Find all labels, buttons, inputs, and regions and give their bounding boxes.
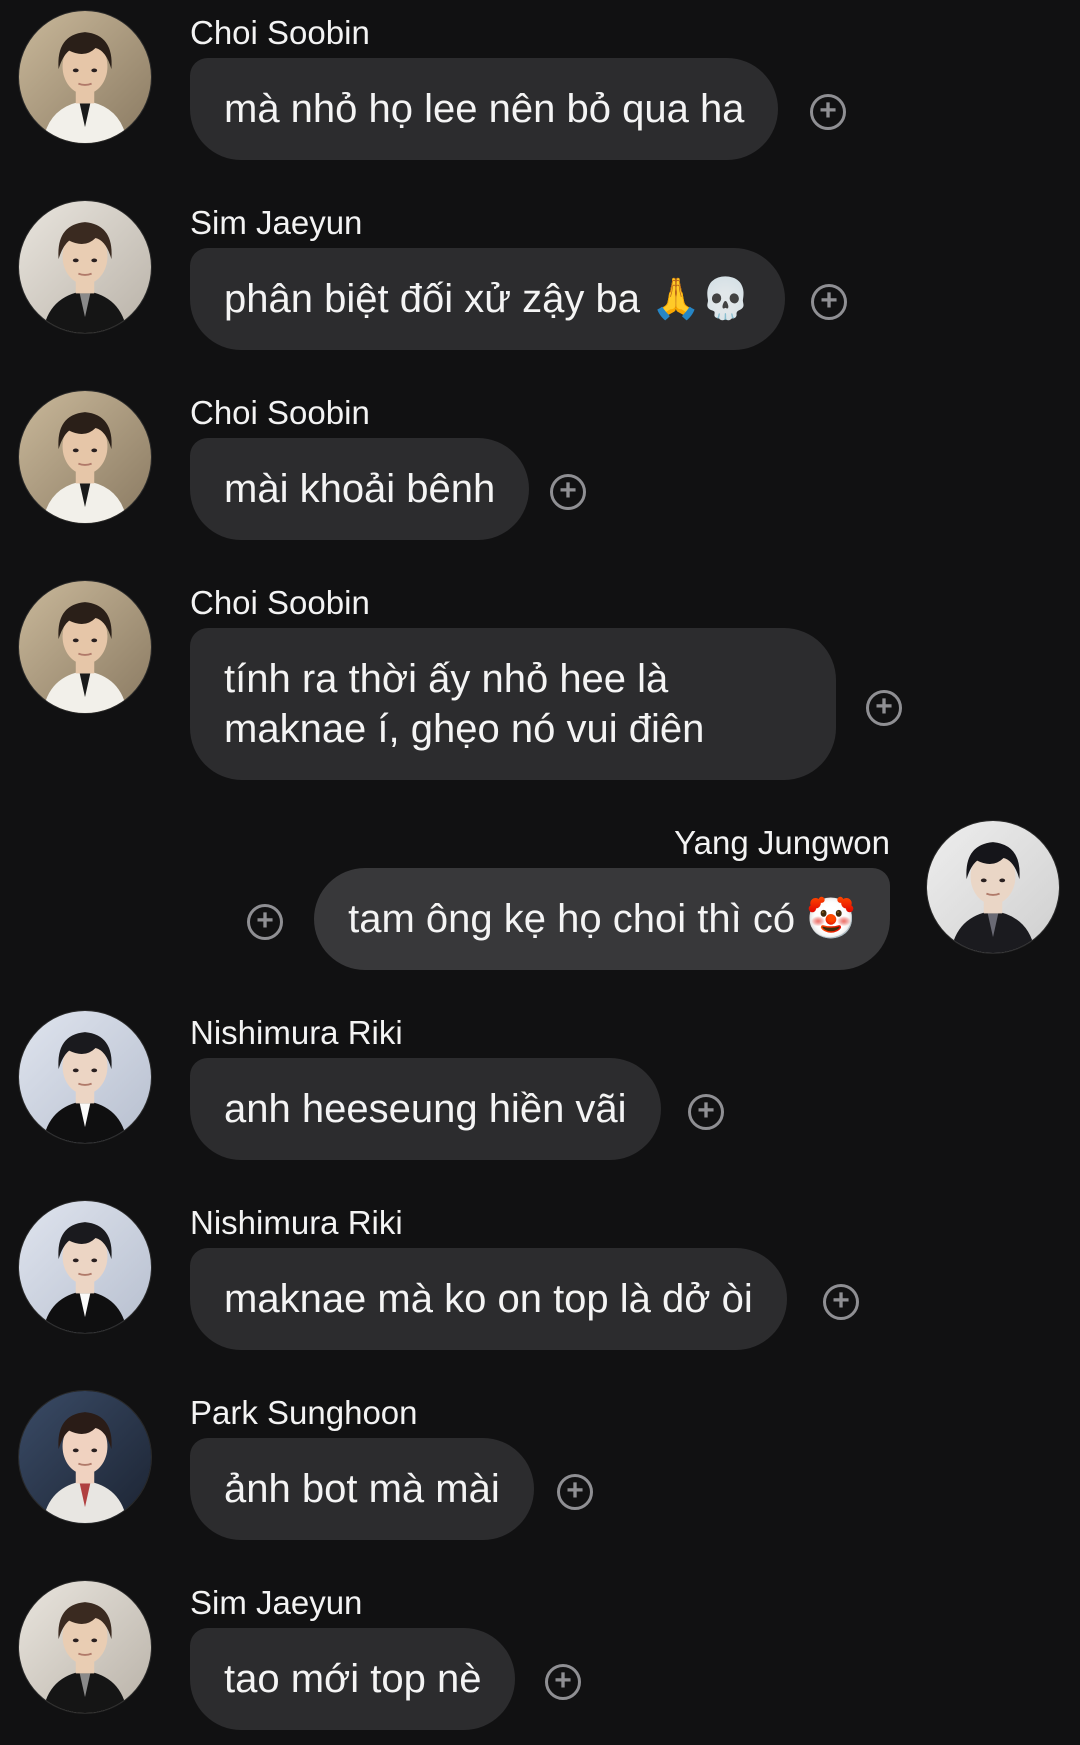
chat-thread: Choi Soobin mà nhỏ họ lee nên bỏ qua ha …: [0, 0, 1080, 1745]
sender-name: Nishimura Riki: [190, 1204, 403, 1241]
avatar[interactable]: [18, 1200, 152, 1334]
message-bubble[interactable]: anh heeseung hiền vãi: [190, 1058, 661, 1160]
message-bubble[interactable]: ảnh bot mà mài: [190, 1438, 534, 1540]
message-bubble[interactable]: maknae mà ko on top là dở òi: [190, 1248, 787, 1350]
message-row: Sim Jaeyun tao mới top nè +: [0, 1570, 1080, 1745]
message-row: Sim Jaeyun phân biệt đối xử zậy ba 🙏💀 +: [0, 190, 1080, 360]
add-reaction-icon[interactable]: +: [545, 1664, 581, 1700]
sender-name: Sim Jaeyun: [190, 204, 363, 241]
message-row: Nishimura Riki maknae mà ko on top là dở…: [0, 1190, 1080, 1360]
message-bubble[interactable]: mà nhỏ họ lee nên bỏ qua ha: [190, 58, 779, 160]
message-row: Choi Soobin mài khoải bênh +: [0, 380, 1080, 550]
avatar[interactable]: [18, 580, 152, 714]
add-reaction-icon[interactable]: +: [810, 94, 846, 130]
message-bubble[interactable]: tao mới top nè: [190, 1628, 516, 1730]
message-row-own: Yang Jungwon tam ông kẹ họ choi thì có 🤡…: [0, 810, 1080, 980]
avatar[interactable]: [926, 820, 1060, 954]
sender-name: Park Sunghoon: [190, 1394, 418, 1431]
message-bubble[interactable]: mài khoải bênh: [190, 438, 530, 540]
sender-name: Sim Jaeyun: [190, 1584, 363, 1621]
message-bubble[interactable]: tính ra thời ấy nhỏ hee là maknae í, ghẹ…: [190, 628, 836, 780]
avatar[interactable]: [18, 200, 152, 334]
message-row: Park Sunghoon ảnh bot mà mài +: [0, 1380, 1080, 1550]
avatar[interactable]: [18, 1580, 152, 1714]
sender-name: Choi Soobin: [190, 394, 370, 431]
message-bubble[interactable]: tam ông kẹ họ choi thì có 🤡: [314, 868, 890, 970]
avatar[interactable]: [18, 1010, 152, 1144]
add-reaction-icon[interactable]: +: [823, 1284, 859, 1320]
sender-name: Yang Jungwon: [674, 824, 890, 861]
add-reaction-icon[interactable]: +: [688, 1094, 724, 1130]
add-reaction-icon[interactable]: +: [550, 474, 586, 510]
avatar[interactable]: [18, 1390, 152, 1524]
message-row: Nishimura Riki anh heeseung hiền vãi +: [0, 1000, 1080, 1170]
message-row: Choi Soobin tính ra thời ấy nhỏ hee là m…: [0, 570, 1080, 790]
avatar[interactable]: [18, 390, 152, 524]
sender-name: Nishimura Riki: [190, 1014, 403, 1051]
add-reaction-icon[interactable]: +: [866, 690, 902, 726]
sender-name: Choi Soobin: [190, 14, 370, 51]
avatar[interactable]: [18, 10, 152, 144]
message-bubble[interactable]: phân biệt đối xử zậy ba 🙏💀: [190, 248, 785, 350]
add-reaction-icon[interactable]: +: [247, 904, 283, 940]
add-reaction-icon[interactable]: +: [557, 1474, 593, 1510]
add-reaction-icon[interactable]: +: [811, 284, 847, 320]
message-row: Choi Soobin mà nhỏ họ lee nên bỏ qua ha …: [0, 0, 1080, 170]
sender-name: Choi Soobin: [190, 584, 370, 621]
